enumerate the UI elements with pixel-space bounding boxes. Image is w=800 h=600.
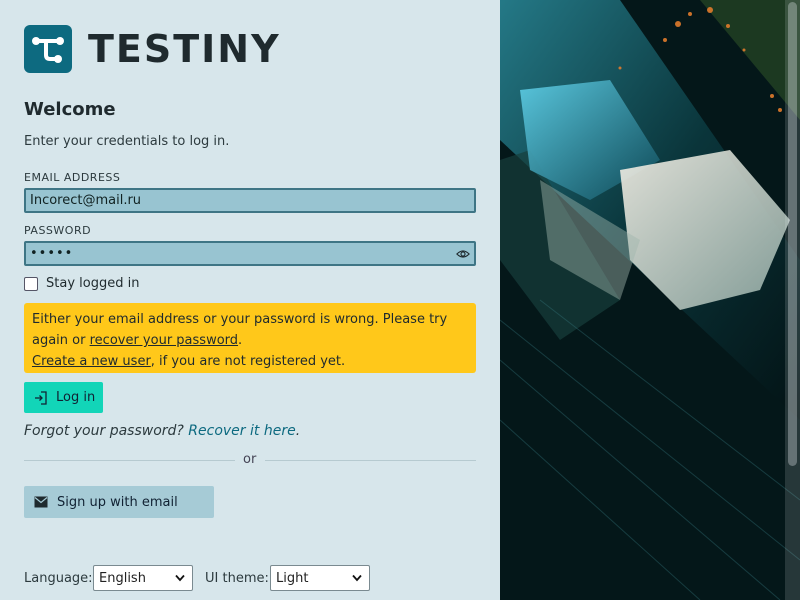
login-icon [35, 390, 47, 405]
login-panel: TESTINY Welcome Enter your credentials t… [0, 0, 500, 600]
recover-suffix: . [295, 423, 301, 439]
background-artwork [500, 0, 800, 600]
theme-select[interactable]: Light [270, 565, 370, 591]
scrollbar-thumb[interactable] [788, 2, 797, 466]
login-label: Log in [56, 390, 96, 405]
language-value: English [99, 570, 146, 586]
email-label: EMAIL ADDRESS [24, 171, 121, 184]
divider-left [24, 460, 235, 461]
create-user-link[interactable]: Create a new user [32, 354, 151, 369]
email-value: Incorect@mail.ru [30, 193, 142, 208]
theme-value: Light [276, 570, 309, 586]
error-alert: Either your email address or your passwo… [24, 303, 476, 373]
email-field[interactable]: Incorect@mail.ru [24, 188, 476, 213]
chevron-down-icon [175, 574, 185, 582]
language-select[interactable]: English [93, 565, 193, 591]
stay-logged-in-checkbox[interactable] [24, 276, 38, 291]
login-button[interactable]: Log in [24, 382, 103, 413]
recover-link[interactable]: Recover it here [188, 423, 295, 439]
abstract-art-image [500, 0, 800, 600]
page-subtitle: Enter your credentials to log in. [24, 134, 230, 149]
password-label: PASSWORD [24, 224, 92, 237]
chevron-down-icon [352, 574, 362, 582]
brand-logo: TESTINY [24, 25, 281, 73]
password-field[interactable]: ••••• [24, 241, 476, 266]
recover-password-link[interactable]: recover your password [90, 333, 238, 348]
stay-logged-in[interactable]: Stay logged in [24, 276, 139, 291]
theme-label: UI theme: [205, 571, 269, 586]
error-text-3: , if you are not registered yet. [150, 354, 346, 369]
eye-icon[interactable] [456, 247, 470, 261]
signup-label: Sign up with email [57, 494, 178, 510]
forgot-text: Forgot your password? [24, 423, 184, 439]
scrollbar-track[interactable] [785, 0, 800, 600]
brand-name: TESTINY [88, 27, 281, 71]
password-value: ••••• [30, 246, 74, 261]
stay-logged-in-label: Stay logged in [46, 276, 140, 291]
or-separator: or [243, 452, 257, 467]
mail-icon [34, 496, 48, 508]
page-title: Welcome [24, 99, 116, 120]
divider-right [265, 460, 476, 461]
forgot-password: Forgot your password? Recover it here. [24, 423, 300, 439]
error-text-2: . [238, 333, 243, 348]
signup-email-button[interactable]: Sign up with email [24, 486, 214, 518]
language-label: Language: [24, 571, 93, 586]
testiny-logo-icon [24, 25, 72, 73]
